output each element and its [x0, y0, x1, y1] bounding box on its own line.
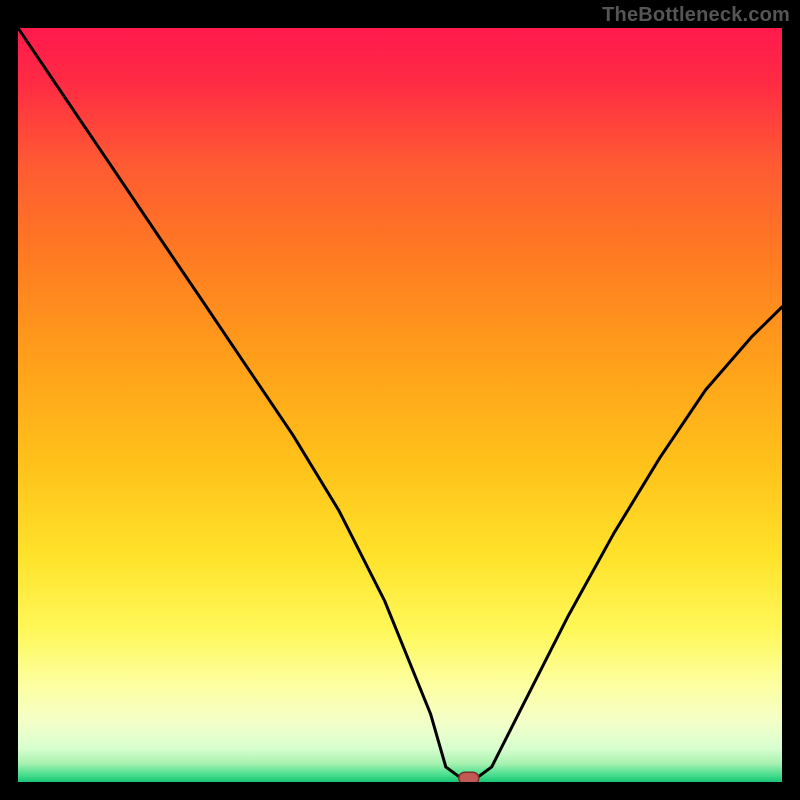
- optimal-marker: [459, 772, 479, 782]
- chart-frame: TheBottleneck.com: [0, 0, 800, 800]
- gradient-background: [18, 28, 782, 782]
- plot-area: [18, 28, 782, 782]
- watermark-text: TheBottleneck.com: [602, 4, 790, 27]
- plot-svg: [18, 28, 782, 782]
